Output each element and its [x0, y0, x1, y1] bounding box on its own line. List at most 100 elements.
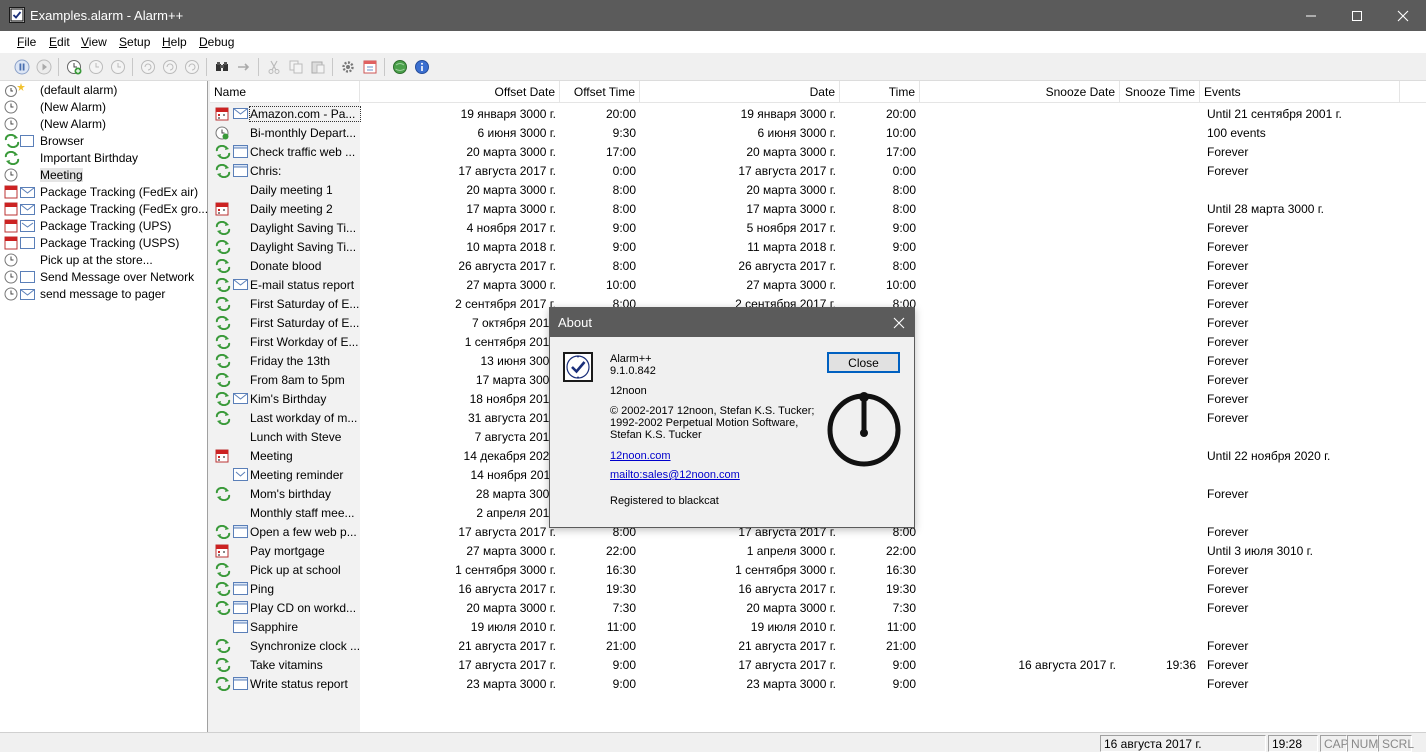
table-row[interactable]: Chris: 17 августа 2017 г. 0:00 17 августа 2…: [210, 162, 1426, 181]
table-row[interactable]: Check traffic web ... 20 марта 3000 г. 17:…: [210, 143, 1426, 162]
table-row[interactable]: Daylight Saving Ti... 4 ноября 2017 г. 9:0…: [210, 219, 1426, 238]
cut-icon[interactable]: [265, 58, 283, 76]
about-mail-link[interactable]: mailto:sales@12noon.com: [610, 469, 740, 481]
minimize-button[interactable]: [1288, 0, 1334, 31]
clock-add-icon: [215, 126, 229, 140]
about-close-x-button[interactable]: [884, 308, 914, 337]
calendar-icon: [215, 107, 229, 121]
header-time[interactable]: Time: [840, 81, 920, 103]
header-snooze-date[interactable]: Snooze Date: [920, 81, 1120, 103]
cell-name: Pay mortgage: [250, 544, 325, 558]
dismiss-icon[interactable]: [183, 58, 201, 76]
table-row[interactable]: Ping 16 августа 2017 г. 19:30 16 августа 20…: [210, 580, 1426, 599]
tree-item[interactable]: Package Tracking (UPS): [0, 218, 207, 235]
toolbar: [0, 53, 1426, 81]
globe-icon[interactable]: [391, 58, 409, 76]
table-row[interactable]: Write status report 23 марта 3000 г. 9:00 2…: [210, 675, 1426, 694]
about-site-link[interactable]: 12noon.com: [610, 450, 671, 462]
table-row[interactable]: Bi-monthly Depart... 6 июня 3000 г. 9:30 6 …: [210, 124, 1426, 143]
maximize-button[interactable]: [1334, 0, 1380, 31]
cell-time: 9:00: [892, 658, 916, 672]
gear-icon[interactable]: [339, 58, 357, 76]
table-row[interactable]: Amazon.com - Pa... 19 января 3000 г. 20:00…: [210, 105, 1426, 124]
info-icon[interactable]: [413, 58, 431, 76]
mail-window-icon: [233, 468, 248, 481]
table-row[interactable]: Sapphire 19 июля 2010 г. 11:00 19 июля 2010…: [210, 618, 1426, 637]
header-snooze-time[interactable]: Snooze Time: [1120, 81, 1200, 103]
alarm-delete-icon[interactable]: [109, 58, 127, 76]
tree-item[interactable]: Pick up at the store...: [0, 252, 207, 269]
calendar-envelope-icon: [4, 185, 38, 199]
tree-item[interactable]: send message to pager: [0, 286, 207, 303]
menu-view[interactable]: View: [81, 35, 107, 49]
alarm-tree[interactable]: (default alarm) (New Alarm) (New Alarm) Bro…: [0, 81, 208, 732]
window-icon: [233, 525, 248, 538]
tree-item[interactable]: Browser: [0, 133, 207, 150]
find-icon[interactable]: [213, 58, 231, 76]
copy-icon[interactable]: [287, 58, 305, 76]
tree-item[interactable]: (default alarm): [0, 82, 207, 99]
menu-setup[interactable]: Setup: [119, 35, 150, 49]
tree-item[interactable]: Send Message over Network: [0, 269, 207, 286]
snooze-all-icon[interactable]: [161, 58, 179, 76]
cell-date: 21 августа 2017 г.: [738, 639, 836, 653]
tree-item[interactable]: Package Tracking (FedEx gro...: [0, 201, 207, 218]
alarm-disabled-icon[interactable]: [87, 58, 105, 76]
menu-file[interactable]: File: [17, 35, 36, 49]
cell-events: Forever: [1207, 582, 1249, 596]
cell-date: 19 января 3000 г.: [740, 107, 836, 121]
header-name[interactable]: Name: [210, 81, 360, 103]
about-app-name: Alarm++: [610, 353, 652, 365]
cell-events: Forever: [1207, 278, 1249, 292]
cell-events: Forever: [1207, 639, 1249, 653]
menu-debug[interactable]: Debug: [199, 35, 234, 49]
header-offset-time[interactable]: Offset Time: [560, 81, 640, 103]
table-row[interactable]: Daylight Saving Ti... 10 марта 2018 г. 9:0…: [210, 238, 1426, 257]
pause-icon[interactable]: [13, 58, 31, 76]
cell-snooze-date: 16 августа 2017 г.: [1018, 658, 1116, 672]
arrow-right-icon[interactable]: [235, 58, 253, 76]
table-row[interactable]: Donate blood 26 августа 2017 г. 8:00 26 авг…: [210, 257, 1426, 276]
cell-date: 1 сентября 3000 г.: [735, 563, 836, 577]
about-close-button[interactable]: Close: [827, 352, 900, 373]
cell-offset-time: 9:00: [612, 221, 636, 235]
tree-item[interactable]: Important Birthday: [0, 150, 207, 167]
header-date[interactable]: Date: [640, 81, 840, 103]
table-row[interactable]: Pay mortgage 27 марта 3000 г. 22:00 1 апрел…: [210, 542, 1426, 561]
tree-item[interactable]: Meeting: [0, 167, 207, 184]
play-icon[interactable]: [35, 58, 53, 76]
table-row[interactable]: Daily meeting 2 17 марта 3000 г. 8:00 17 ма…: [210, 200, 1426, 219]
table-row[interactable]: E-mail status report 27 марта 3000 г. 10:0…: [210, 276, 1426, 295]
cell-date: 27 марта 3000 г.: [746, 278, 836, 292]
cell-name: Mom's birthday: [250, 487, 331, 501]
tree-item[interactable]: Package Tracking (FedEx air): [0, 184, 207, 201]
table-row[interactable]: Play CD on workd... 20 марта 3000 г. 7:30 2…: [210, 599, 1426, 618]
new-alarm-icon[interactable]: [65, 58, 83, 76]
cell-name: Chris:: [250, 164, 282, 178]
calendar-icon[interactable]: [361, 58, 379, 76]
header-offset-date[interactable]: Offset Date: [360, 81, 560, 103]
table-row[interactable]: Synchronize clock ... 21 августа 2017 г. 2…: [210, 637, 1426, 656]
header-events[interactable]: Events: [1200, 81, 1400, 103]
snooze-icon[interactable]: [139, 58, 157, 76]
cell-snooze-time: 19:36: [1165, 658, 1196, 672]
recurring-icon: [215, 144, 231, 160]
tree-item[interactable]: (New Alarm): [0, 99, 207, 116]
close-window-button[interactable]: [1380, 0, 1426, 31]
cell-offset-time: 22:00: [605, 544, 636, 558]
envelope-icon: [233, 392, 248, 405]
table-row[interactable]: Pick up at school 1 сентября 3000 г. 16:30…: [210, 561, 1426, 580]
menu-edit[interactable]: Edit: [49, 35, 70, 49]
cell-offset-date: 13 июня 3000: [480, 354, 556, 368]
about-dialog-body: Alarm++ 9.1.0.842 12noon © 2002-2017 12n…: [550, 337, 914, 527]
menu-help[interactable]: Help: [162, 35, 187, 49]
paste-icon[interactable]: [309, 58, 327, 76]
cell-date: 20 марта 3000 г.: [746, 183, 836, 197]
cell-name: Daylight Saving Ti...: [250, 240, 357, 254]
table-row[interactable]: Daily meeting 1 20 марта 3000 г. 8:00 20 ма…: [210, 181, 1426, 200]
table-row[interactable]: Take vitamins 17 августа 2017 г. 9:00 17 ав…: [210, 656, 1426, 675]
recurring-icon: [215, 353, 231, 369]
tree-item[interactable]: Package Tracking (USPS): [0, 235, 207, 252]
tree-item[interactable]: (New Alarm): [0, 116, 207, 133]
calendar-icon: [215, 449, 229, 463]
